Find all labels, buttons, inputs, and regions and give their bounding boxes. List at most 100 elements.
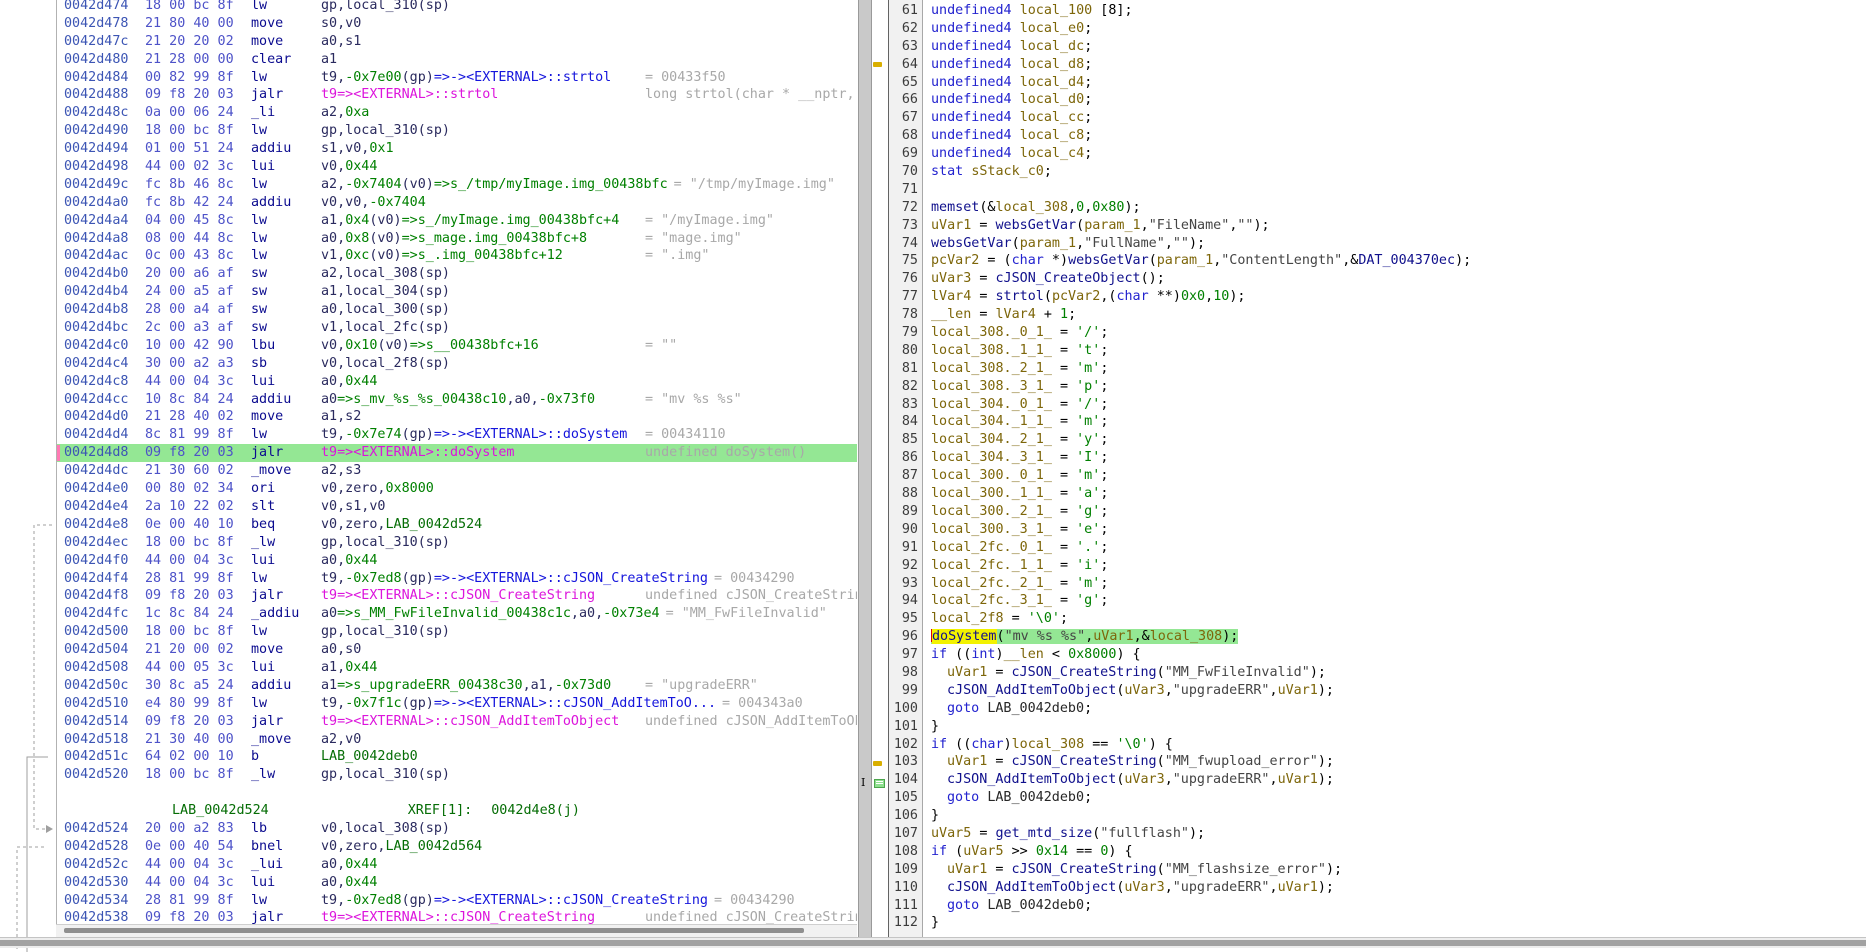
code-line[interactable]: 97 if ((int)__len < 0x8000) { bbox=[889, 646, 1866, 664]
listing-row[interactable]: 0042d4ec 18 00 bc 8f _lw gp,local_310(sp) bbox=[57, 534, 857, 552]
code-line[interactable]: 80 local_308._1_1_ = 't'; bbox=[889, 342, 1866, 360]
listing-row[interactable]: 0042d534 28 81 99 8f lw t9,-0x7ed8(gp)=>-><… bbox=[57, 892, 857, 910]
analysis-marker-yellow-icon[interactable] bbox=[873, 761, 882, 766]
code-line[interactable]: 100 goto LAB_0042deb0; bbox=[889, 700, 1866, 718]
disassembly-listing-pane[interactable]: 0042d474 18 00 bc 8f lw gp,local_310(sp) 004… bbox=[56, 0, 857, 924]
listing-row[interactable]: 0042d538 09 f8 20 03 jalr t9=><EXTERNAL>::c… bbox=[57, 909, 857, 924]
bottom-scrollbar-strip[interactable] bbox=[0, 937, 1866, 948]
listing-row[interactable]: 0042d508 44 00 05 3c lui a1,0x44 bbox=[57, 659, 857, 677]
code-line[interactable]: 94 local_2fc._3_1_ = 'g'; bbox=[889, 592, 1866, 610]
listing-row[interactable]: 0042d4e0 00 80 02 34 ori v0,zero,0x8000 bbox=[57, 480, 857, 498]
listing-row[interactable]: 0042d4c4 30 00 a2 a3 sb v0,local_2f8(sp) bbox=[57, 355, 857, 373]
code-line[interactable]: 109 uVar1 = cJSON_CreateString("MM_flashs… bbox=[889, 861, 1866, 879]
code-line[interactable]: 79 local_308._0_1_ = '/'; bbox=[889, 324, 1866, 342]
listing-row[interactable]: 0042d498 44 00 02 3c lui v0,0x44 bbox=[57, 158, 857, 176]
code-line[interactable]: 64 undefined4 local_d8; bbox=[889, 56, 1866, 74]
listing-row[interactable]: 0042d528 0e 00 40 54 bnel v0,zero,LAB_0042d… bbox=[57, 838, 857, 856]
analysis-marker-yellow-icon[interactable] bbox=[873, 62, 882, 67]
code-line[interactable]: 96 doSystem("mv %s %s",uVar1,&local_308); bbox=[889, 628, 1866, 646]
listing-row[interactable]: 0042d474 18 00 bc 8f lw gp,local_310(sp) bbox=[57, 0, 857, 15]
current-line-marker-green-icon[interactable] bbox=[874, 779, 885, 788]
code-line[interactable]: 85 local_304._2_1_ = 'y'; bbox=[889, 431, 1866, 449]
listing-row[interactable]: 0042d4bc 2c 00 a3 af sw v1,local_2fc(sp) bbox=[57, 319, 857, 337]
code-line[interactable]: 72 memset(&local_308,0,0x80); bbox=[889, 199, 1866, 217]
code-line[interactable]: 107 uVar5 = get_mtd_size("fullflash"); bbox=[889, 825, 1866, 843]
code-line[interactable]: 106} bbox=[889, 807, 1866, 825]
listing-row[interactable]: 0042d4a0 fc 8b 42 24 addiu v0,v0,-0x7404 bbox=[57, 194, 857, 212]
code-line[interactable]: 111 goto LAB_0042deb0; bbox=[889, 897, 1866, 915]
code-line[interactable]: 71 bbox=[889, 181, 1866, 199]
listing-row[interactable]: 0042d520 18 00 bc 8f _lw gp,local_310(sp) bbox=[57, 766, 857, 784]
code-line[interactable]: 76 uVar3 = cJSON_CreateObject(); bbox=[889, 270, 1866, 288]
listing-row[interactable] bbox=[57, 784, 857, 802]
listing-row[interactable]: 0042d4c0 10 00 42 90 lbu v0,0x10(v0)=>s__00… bbox=[57, 337, 857, 355]
listing-row[interactable]: 0042d530 44 00 04 3c lui a0,0x44 bbox=[57, 874, 857, 892]
code-line[interactable]: 104 cJSON_AddItemToObject(uVar3,"upgradeE… bbox=[889, 771, 1866, 789]
code-line[interactable]: 98 uVar1 = cJSON_CreateString("MM_FwFileI… bbox=[889, 664, 1866, 682]
code-line[interactable]: 84 local_304._1_1_ = 'm'; bbox=[889, 413, 1866, 431]
listing-row[interactable]: 0042d4d0 21 28 40 02 move a1,s2 bbox=[57, 408, 857, 426]
scrollbar-thumb[interactable] bbox=[0, 940, 1866, 946]
code-line[interactable]: 95 local_2f8 = '\0'; bbox=[889, 610, 1866, 628]
listing-row[interactable]: 0042d4f8 09 f8 20 03 jalr t9=><EXTERNAL>::c… bbox=[57, 587, 857, 605]
code-line[interactable]: 110 cJSON_AddItemToObject(uVar3,"upgradeE… bbox=[889, 879, 1866, 897]
listing-row[interactable]: 0042d51c 64 02 00 10 b LAB_0042deb0 bbox=[57, 748, 857, 766]
listing-row[interactable]: 0042d494 01 00 51 24 addiu s1,v0,0x1 bbox=[57, 140, 857, 158]
listing-row[interactable]: 0042d514 09 f8 20 03 jalr t9=><EXTERNAL>::c… bbox=[57, 713, 857, 731]
code-line[interactable]: 81 local_308._2_1_ = 'm'; bbox=[889, 360, 1866, 378]
code-line[interactable]: 63 undefined4 local_dc; bbox=[889, 38, 1866, 56]
listing-row[interactable]: 0042d4e8 0e 00 40 10 beq v0,zero,LAB_0042d5… bbox=[57, 516, 857, 534]
code-line[interactable]: 101} bbox=[889, 718, 1866, 736]
code-line[interactable]: 62 undefined4 local_e0; bbox=[889, 20, 1866, 38]
listing-row[interactable]: 0042d4a4 04 00 45 8c lw a1,0x4(v0)=>s_/myIm… bbox=[57, 212, 857, 230]
listing-row[interactable]: 0042d4f0 44 00 04 3c lui a0,0x44 bbox=[57, 552, 857, 570]
listing-row[interactable]: 0042d4fc 1c 8c 84 24 _addiu a0=>s_MM_FwFile… bbox=[57, 605, 857, 623]
listing-horizontal-scrollbar[interactable] bbox=[56, 924, 857, 937]
listing-row[interactable]: 0042d518 21 30 40 00 _move a2,v0 bbox=[57, 731, 857, 749]
listing-row[interactable]: 0042d4f4 28 81 99 8f lw t9,-0x7ed8(gp)=>-><… bbox=[57, 570, 857, 588]
code-line[interactable]: 65 undefined4 local_d4; bbox=[889, 74, 1866, 92]
listing-label-row[interactable]: LAB_0042d524 XREF[1]: 0042d4e8(j) bbox=[57, 802, 857, 820]
listing-row[interactable]: 0042d510 e4 80 99 8f lw t9,-0x7f1c(gp)=>-><… bbox=[57, 695, 857, 713]
listing-row[interactable]: 0042d50c 30 8c a5 24 addiu a1=>s_upgradeERR… bbox=[57, 677, 857, 695]
listing-row[interactable]: 0042d48c 0a 00 06 24 _li a2,0xa bbox=[57, 104, 857, 122]
listing-row[interactable]: 0042d4b0 20 00 a6 af sw a2,local_308(sp) bbox=[57, 265, 857, 283]
listing-row[interactable]: 0042d52c 44 00 04 3c _lui a0,0x44 bbox=[57, 856, 857, 874]
listing-row[interactable]: 0042d4d8 09 f8 20 03 jalr t9=><EXTERNAL>::d… bbox=[57, 444, 857, 463]
code-line[interactable]: 61 undefined4 local_100 [8]; bbox=[889, 2, 1866, 20]
listing-row[interactable]: 0042d484 00 82 99 8f lw t9,-0x7e00(gp)=>-><… bbox=[57, 69, 857, 87]
code-line[interactable]: 105 goto LAB_0042deb0; bbox=[889, 789, 1866, 807]
code-line[interactable]: 69 undefined4 local_c4; bbox=[889, 145, 1866, 163]
code-line[interactable]: 75 pcVar2 = (char *)websGetVar(param_1,"C… bbox=[889, 252, 1866, 270]
listing-row[interactable]: 0042d4e4 2a 10 22 02 slt v0,s1,v0 bbox=[57, 498, 857, 516]
listing-row[interactable]: 0042d4c8 44 00 04 3c lui a0,0x44 bbox=[57, 373, 857, 391]
code-line[interactable]: 88 local_300._1_1_ = 'a'; bbox=[889, 485, 1866, 503]
listing-row[interactable]: 0042d4cc 10 8c 84 24 addiu a0=>s_mv_%s_%s_0… bbox=[57, 391, 857, 409]
listing-row[interactable]: 0042d524 20 00 a2 83 lb v0,local_308(sp) bbox=[57, 820, 857, 838]
code-line[interactable]: 89 local_300._2_1_ = 'g'; bbox=[889, 503, 1866, 521]
code-line[interactable]: 112} bbox=[889, 914, 1866, 932]
code-line[interactable]: 68 undefined4 local_c8; bbox=[889, 127, 1866, 145]
listing-row[interactable]: 0042d4a8 08 00 44 8c lw a0,0x8(v0)=>s_mage.… bbox=[57, 230, 857, 248]
code-line[interactable]: 73 uVar1 = websGetVar(param_1,"FileName",… bbox=[889, 217, 1866, 235]
listing-row[interactable]: 0042d488 09 f8 20 03 jalr t9=><EXTERNAL>::s… bbox=[57, 86, 857, 104]
code-line[interactable]: 108 if (uVar5 >> 0x14 == 0) { bbox=[889, 843, 1866, 861]
code-line[interactable]: 74 websGetVar(param_1,"FullName",""); bbox=[889, 235, 1866, 253]
listing-row[interactable]: 0042d478 21 80 40 00 move s0,v0 bbox=[57, 15, 857, 33]
code-line[interactable]: 78 __len = lVar4 + 1; bbox=[889, 306, 1866, 324]
code-line[interactable]: 66 undefined4 local_d0; bbox=[889, 91, 1866, 109]
listing-row[interactable]: 0042d47c 21 20 20 02 move a0,s1 bbox=[57, 33, 857, 51]
cursor-ibeam-icon[interactable]: I bbox=[861, 777, 865, 788]
code-line[interactable]: 91 local_2fc._0_1_ = '.'; bbox=[889, 539, 1866, 557]
code-line[interactable]: 70 stat sStack_c0; bbox=[889, 163, 1866, 181]
listing-row[interactable]: 0042d49c fc 8b 46 8c lw a2,-0x7404(v0)=>s_/… bbox=[57, 176, 857, 194]
code-line[interactable]: 86 local_304._3_1_ = 'I'; bbox=[889, 449, 1866, 467]
listing-row[interactable]: 0042d4b8 28 00 a4 af sw a0,local_300(sp) bbox=[57, 301, 857, 319]
code-line[interactable]: 92 local_2fc._1_1_ = 'i'; bbox=[889, 557, 1866, 575]
code-line[interactable]: 103 uVar1 = cJSON_CreateString("MM_fwuplo… bbox=[889, 753, 1866, 771]
listing-row[interactable]: 0042d504 21 20 00 02 move a0,s0 bbox=[57, 641, 857, 659]
code-line[interactable]: 67 undefined4 local_cc; bbox=[889, 109, 1866, 127]
listing-row[interactable]: 0042d4b4 24 00 a5 af sw a1,local_304(sp) bbox=[57, 283, 857, 301]
listing-row[interactable]: 0042d480 21 28 00 00 clear a1 bbox=[57, 51, 857, 69]
code-line[interactable]: 82 local_308._3_1_ = 'p'; bbox=[889, 378, 1866, 396]
